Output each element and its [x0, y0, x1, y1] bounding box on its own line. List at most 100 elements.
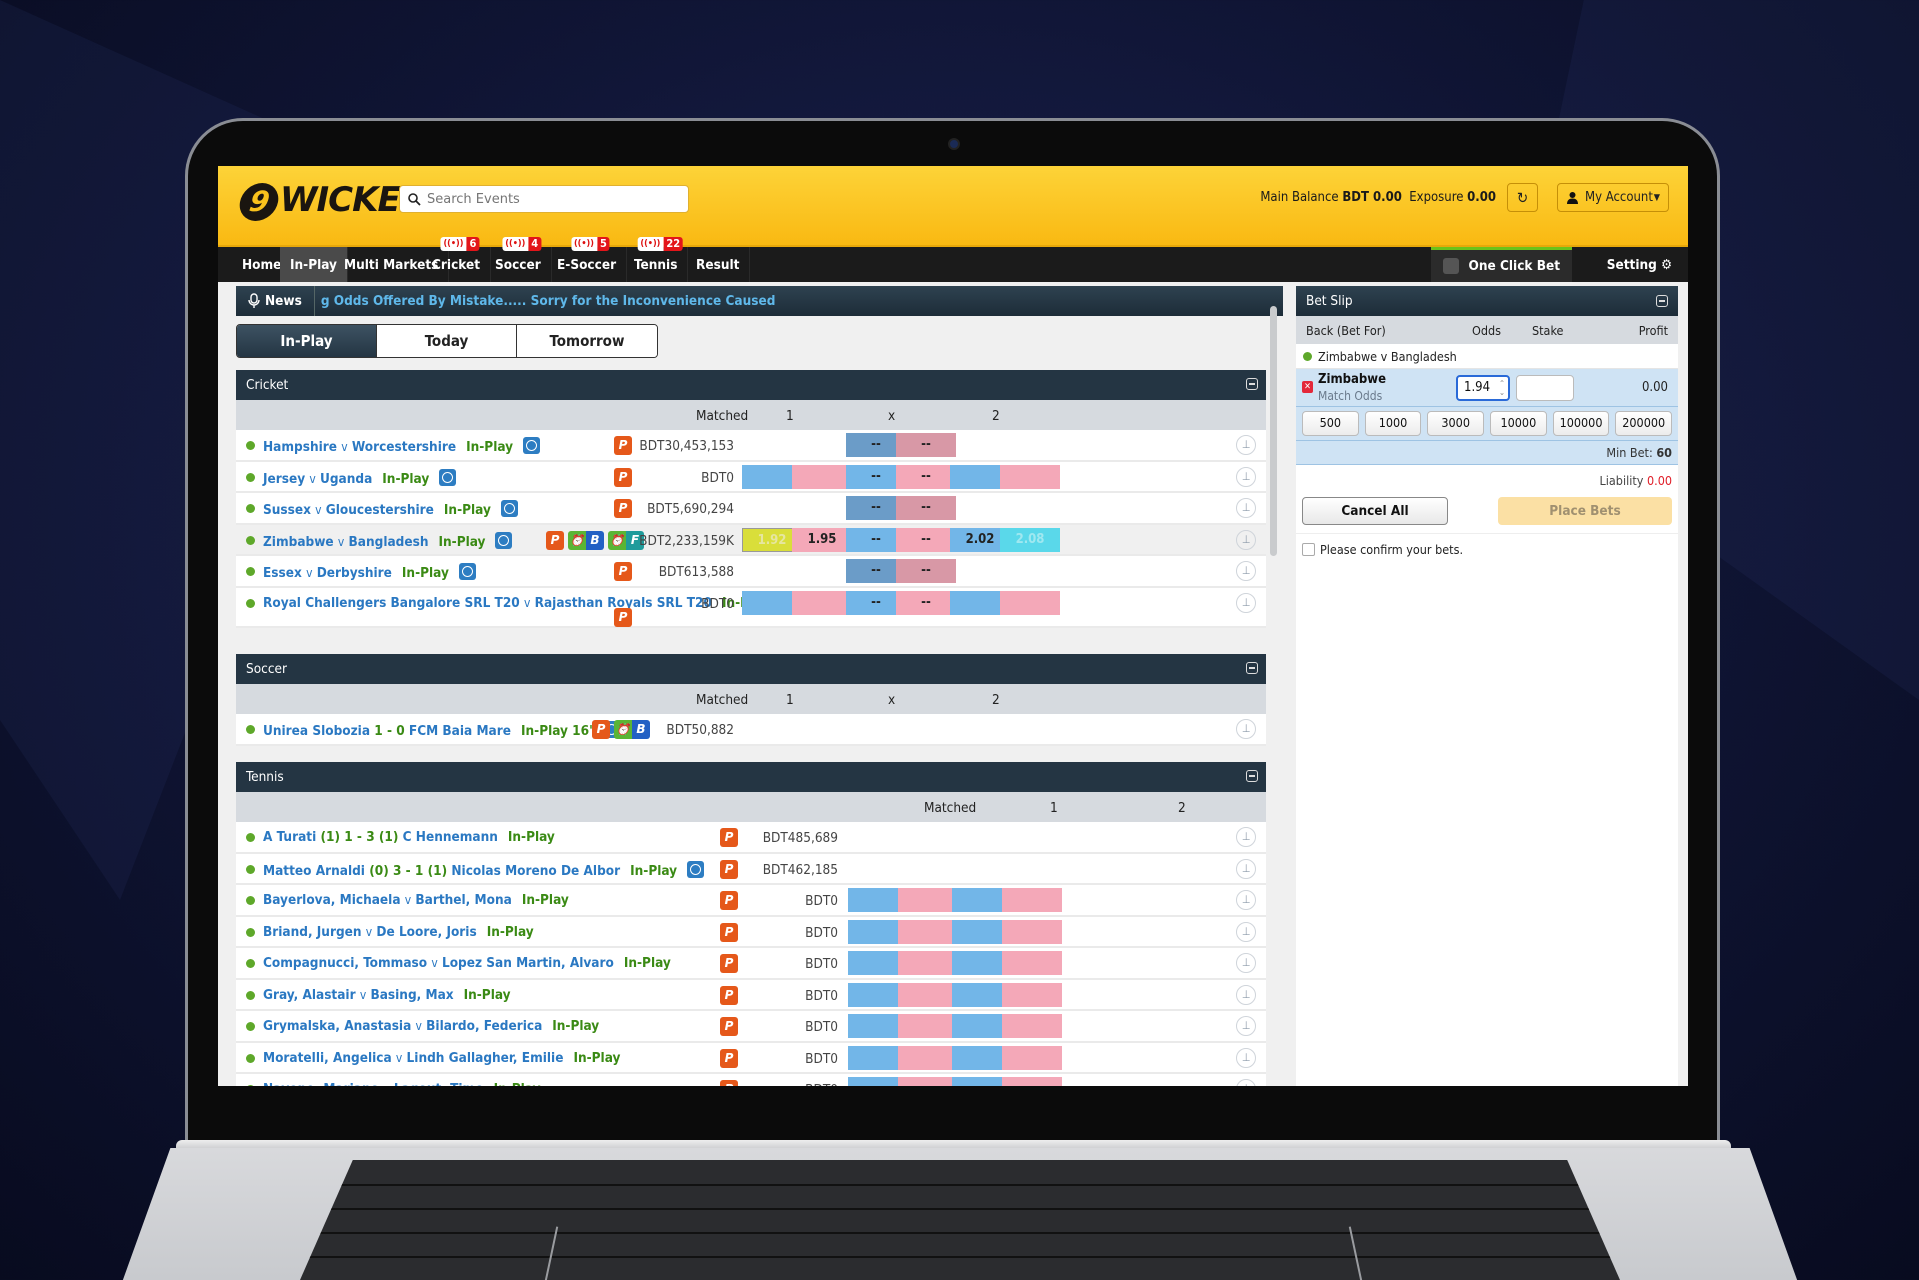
nav-tennis[interactable]: ((•)) 22 Tennis: [624, 237, 689, 282]
event-link[interactable]: Grymalska, Anastasia v Bilardo, Federica…: [263, 1018, 599, 1034]
refresh-button[interactable]: ↻: [1507, 183, 1538, 212]
search-box[interactable]: [399, 185, 689, 213]
nav-e-soccer[interactable]: ((•)) 5 E-Soccer: [547, 237, 628, 282]
table-row[interactable]: Zimbabwe v Bangladesh In-Play P ⏰ B ⏰ F BDT2,23…: [236, 524, 1266, 556]
pin-icon[interactable]: ⊥: [1236, 1047, 1256, 1068]
pin-icon[interactable]: ⊥: [1236, 890, 1256, 910]
event-link[interactable]: Matteo Arnaldi (0) 3 - 1 (1) Nicolas Mor…: [263, 860, 705, 879]
odds-cell[interactable]: --: [896, 496, 956, 520]
odds-cell[interactable]: 2.08: [1000, 527, 1060, 552]
odds-cell[interactable]: [1002, 1014, 1062, 1038]
bookmaker-icon[interactable]: ⏰ B: [568, 530, 604, 550]
event-link[interactable]: Hampshire v Worcestershire In-Play: [263, 437, 541, 455]
pin-icon[interactable]: ⊥: [1236, 529, 1256, 550]
pin-icon[interactable]: ⊥: [1236, 435, 1256, 455]
odds-cell[interactable]: [792, 464, 852, 489]
premium-icon[interactable]: P: [546, 530, 564, 550]
pin-icon[interactable]: ⊥: [1236, 953, 1256, 973]
odds-cell[interactable]: [898, 919, 958, 944]
table-row[interactable]: Royal Challengers Bangalore SRL T20 v Ra…: [236, 588, 1266, 628]
nav-cricket[interactable]: ((•)) 6 Cricket: [422, 237, 492, 282]
quick-stake-button[interactable]: 500: [1302, 411, 1359, 436]
live-stream-icon[interactable]: [495, 531, 513, 549]
odds-cell[interactable]: --: [896, 433, 956, 457]
odds-cell[interactable]: [898, 1077, 958, 1086]
odds-cell[interactable]: [1000, 464, 1060, 489]
event-link[interactable]: Compagnucci, Tommaso v Lopez San Martin,…: [263, 955, 671, 971]
odds-cell[interactable]: [1002, 1045, 1062, 1070]
tab-today[interactable]: Today: [377, 325, 517, 357]
quick-stake-button[interactable]: 10000: [1490, 411, 1547, 436]
tab-in-play[interactable]: In-Play: [237, 325, 377, 357]
table-row[interactable]: Matteo Arnaldi (0) 3 - 1 (1) Nicolas Mor…: [236, 854, 1266, 885]
pin-icon[interactable]: ⊥: [1236, 1079, 1256, 1086]
odds-cell[interactable]: [1002, 951, 1062, 975]
my-account-button[interactable]: My Account ▼: [1557, 183, 1669, 212]
setting-button[interactable]: Setting ⚙: [1607, 247, 1672, 282]
odds-cell[interactable]: [1002, 919, 1062, 944]
tab-tomorrow[interactable]: Tomorrow: [517, 325, 657, 357]
odds-cell[interactable]: [792, 590, 852, 615]
event-link[interactable]: Essex v Derbyshire In-Play: [263, 563, 476, 581]
event-link[interactable]: Zimbabwe v Bangladesh In-Play: [263, 531, 513, 550]
event-link[interactable]: Moratelli, Angelica v Lindh Gallagher, E…: [263, 1050, 620, 1066]
table-row[interactable]: Bayerlova, Michaela v Barthel, Mona In-Pl…: [236, 885, 1266, 917]
live-stream-icon[interactable]: [687, 860, 705, 878]
event-link[interactable]: Unirea Slobozia 1 - 0 FCM Baia Mare In-Pl…: [263, 721, 620, 739]
event-link[interactable]: Briand, Jurgen v De Loore, Joris In-Play: [263, 924, 534, 940]
quick-stake-button[interactable]: 100000: [1552, 411, 1610, 436]
scrollbar[interactable]: [1270, 306, 1277, 556]
pin-icon[interactable]: ⊥: [1236, 921, 1256, 942]
table-row[interactable]: A Turati (1) 1 - 3 (1) C Hennemann In-Pla…: [236, 822, 1266, 854]
odds-cell[interactable]: [1002, 982, 1062, 1007]
quick-stake-button[interactable]: 1000: [1364, 411, 1422, 436]
remove-bet-icon[interactable]: ✕: [1302, 381, 1313, 393]
pin-icon[interactable]: ⊥: [1236, 592, 1256, 613]
table-row[interactable]: Grymalska, Anastasia v Bilardo, Federica…: [236, 1011, 1266, 1043]
table-row[interactable]: Unirea Slobozia 1 - 0 FCM Baia Mare In-Pl…: [236, 714, 1266, 746]
one-click-bet-toggle[interactable]: One Click Bet: [1430, 247, 1572, 282]
event-link[interactable]: Bayerlova, Michaela v Barthel, Mona In-Pl…: [263, 892, 569, 908]
table-row[interactable]: Compagnucci, Tommaso v Lopez San Martin,…: [236, 948, 1266, 980]
odds-cell[interactable]: [1000, 590, 1060, 615]
odds-cell[interactable]: [898, 1014, 958, 1038]
toggle-checkbox[interactable]: [1442, 258, 1459, 274]
event-link[interactable]: A Turati (1) 1 - 3 (1) C Hennemann In-Pla…: [263, 829, 555, 845]
collapse-icon[interactable]: [1246, 770, 1258, 782]
table-row[interactable]: Essex v Derbyshire In-Play P BDT613,588 -- --…: [236, 556, 1266, 588]
collapse-icon[interactable]: [1656, 295, 1668, 307]
live-stream-icon[interactable]: [500, 500, 518, 517]
odds-cell[interactable]: 1.95: [792, 527, 852, 552]
collapse-icon[interactable]: [1246, 378, 1258, 390]
odds-cell[interactable]: --: [896, 590, 956, 615]
pin-icon[interactable]: ⊥: [1236, 561, 1256, 581]
pin-icon[interactable]: ⊥: [1236, 827, 1256, 847]
odds-stepper[interactable]: ⌃ ⌄: [1499, 379, 1505, 397]
odds-cell[interactable]: [898, 982, 958, 1007]
confirm-checkbox[interactable]: [1302, 543, 1315, 556]
table-row[interactable]: Hampshire v Worcestershire In-Play P BDT30,…: [236, 430, 1266, 462]
table-row[interactable]: Jersey v Uganda In-Play P BDT0 -- -- ⊥: [236, 462, 1266, 493]
quick-stake-button[interactable]: 200000: [1615, 411, 1673, 436]
event-link[interactable]: Navone, Mariano v Lagout, Timo In-Play: [263, 1081, 541, 1086]
pin-icon[interactable]: ⊥: [1236, 466, 1256, 487]
premium-icon[interactable]: P: [592, 720, 610, 739]
pin-icon[interactable]: ⊥: [1236, 1016, 1256, 1036]
table-row[interactable]: Gray, Alastair v Basing, Max In-Play P BDT0…: [236, 980, 1266, 1011]
pin-icon[interactable]: ⊥: [1236, 984, 1256, 1005]
place-bets-button[interactable]: Place Bets: [1498, 497, 1672, 525]
table-row[interactable]: Briand, Jurgen v De Loore, Joris In-Play P…: [236, 917, 1266, 948]
table-row[interactable]: Moratelli, Angelica v Lindh Gallagher, E…: [236, 1043, 1266, 1074]
live-stream-icon[interactable]: [458, 563, 476, 580]
pin-icon[interactable]: ⊥: [1236, 858, 1256, 879]
odds-cell[interactable]: --: [896, 464, 956, 489]
pin-icon[interactable]: ⊥: [1236, 498, 1256, 518]
odds-cell[interactable]: [898, 951, 958, 975]
nav-result[interactable]: Result: [686, 247, 751, 282]
collapse-icon[interactable]: [1246, 662, 1258, 674]
event-link[interactable]: Sussex v Gloucestershire In-Play: [263, 500, 518, 518]
quick-stake-button[interactable]: 3000: [1427, 411, 1485, 436]
odds-cell[interactable]: [1002, 1077, 1062, 1086]
odds-cell[interactable]: [898, 1045, 958, 1070]
search-input[interactable]: [427, 191, 677, 207]
